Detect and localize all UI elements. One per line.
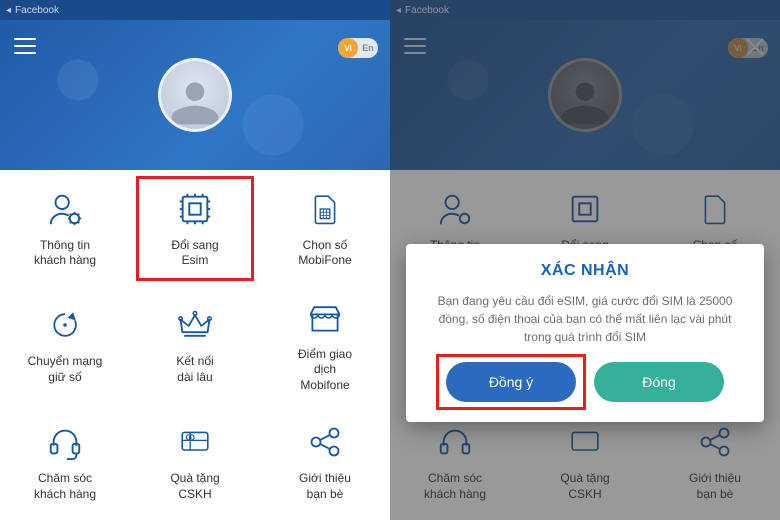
gift-card-icon bbox=[174, 421, 216, 463]
tile-label: Chuyển mạng giữ số bbox=[28, 354, 103, 385]
tile-label: Thông tin khách hàng bbox=[34, 238, 96, 269]
dialog-buttons: Đồng ý Đóng bbox=[446, 362, 724, 402]
tile-label: Chăm sóc khách hàng bbox=[34, 471, 96, 502]
app-header: Vi En bbox=[0, 20, 390, 170]
person-gear-icon bbox=[44, 188, 86, 230]
back-chevron-icon[interactable]: ◂ bbox=[6, 5, 11, 16]
tile-trade-point[interactable]: Điểm giao dịch Mobifone bbox=[260, 287, 390, 404]
headset-icon bbox=[44, 421, 86, 463]
menu-grid: Thông tin khách hàng Đổi sang Esim Chọn … bbox=[0, 170, 390, 520]
tile-gift-cskh[interactable]: Quà tặng CSKH bbox=[130, 403, 260, 520]
tile-label: Điểm giao dịch Mobifone bbox=[298, 347, 352, 394]
tile-label: Giới thiệu bạn bè bbox=[299, 471, 351, 502]
person-icon bbox=[167, 73, 223, 129]
refresh-icon bbox=[44, 304, 86, 346]
tile-pick-number[interactable]: Chọn số MobiFone bbox=[260, 170, 390, 287]
tile-customer-info[interactable]: Thông tin khách hàng bbox=[0, 170, 130, 287]
tile-change-esim[interactable]: Đổi sang Esim bbox=[130, 170, 260, 287]
phone-screen-left: ◂ Facebook Vi En Thông tin khách hàng Đổ… bbox=[0, 0, 390, 520]
tile-customer-care[interactable]: Chăm sóc khách hàng bbox=[0, 403, 130, 520]
tile-label: Đổi sang Esim bbox=[171, 238, 218, 269]
confirm-button[interactable]: Đồng ý bbox=[446, 362, 576, 402]
tile-label: Kết nối dài lâu bbox=[176, 354, 213, 385]
lang-vi-label: Vi bbox=[338, 38, 358, 58]
back-app-label[interactable]: Facebook bbox=[15, 5, 59, 16]
confirm-dialog: XÁC NHẬN Bạn đang yêu cầu đổi eSIM, giá … bbox=[406, 244, 764, 422]
dialog-title: XÁC NHẬN bbox=[541, 262, 629, 280]
lang-en-label: En bbox=[358, 43, 378, 53]
sim-icon bbox=[304, 188, 346, 230]
status-bar: ◂ Facebook bbox=[0, 0, 390, 20]
crown-icon bbox=[174, 304, 216, 346]
tile-connect-long[interactable]: Kết nối dài lâu bbox=[130, 287, 260, 404]
store-icon bbox=[304, 297, 346, 339]
phone-screen-right: ◂ Facebook Vi En Thông tin khách hàng Đổ… bbox=[390, 0, 780, 520]
tile-switch-keep[interactable]: Chuyển mạng giữ số bbox=[0, 287, 130, 404]
menu-icon[interactable] bbox=[14, 38, 36, 54]
tile-label: Chọn số MobiFone bbox=[298, 238, 351, 269]
tile-refer-friend[interactable]: Giới thiệu bạn bè bbox=[260, 403, 390, 520]
share-icon bbox=[304, 421, 346, 463]
avatar[interactable] bbox=[158, 58, 232, 132]
language-toggle[interactable]: Vi En bbox=[338, 38, 378, 58]
dialog-body: Bạn đang yêu cầu đổi eSIM, giá cước đổi … bbox=[422, 292, 748, 346]
cancel-button[interactable]: Đóng bbox=[594, 362, 724, 402]
tile-label: Quà tặng CSKH bbox=[170, 471, 219, 502]
chip-icon bbox=[174, 188, 216, 230]
